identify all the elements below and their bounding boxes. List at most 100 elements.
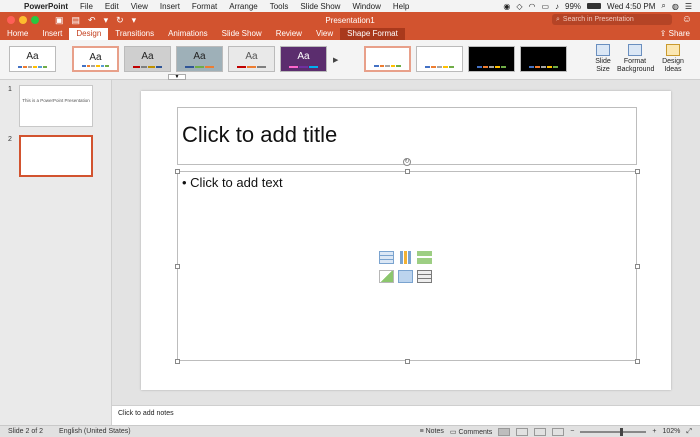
theme-thumbnail[interactable]: Aa: [72, 46, 119, 72]
resize-handle[interactable]: [405, 169, 410, 174]
resize-handle[interactable]: [405, 359, 410, 364]
menu-window[interactable]: Window: [346, 2, 386, 11]
zoom-slider-knob[interactable]: [619, 427, 623, 436]
resize-handle[interactable]: [635, 359, 640, 364]
customize-toolbar-icon[interactable]: ▾: [132, 15, 137, 26]
tab-home[interactable]: Home: [0, 28, 35, 40]
gallery-scroll-right-icon[interactable]: ▶: [333, 56, 338, 64]
clock[interactable]: Wed 4:50 PM: [607, 2, 655, 11]
menu-slide-show[interactable]: Slide Show: [294, 2, 346, 11]
menu-edit[interactable]: Edit: [99, 2, 125, 11]
tab-review[interactable]: Review: [269, 28, 309, 40]
tab-transitions[interactable]: Transitions: [108, 28, 161, 40]
theme-label: Aa: [26, 51, 39, 62]
insert-online-picture-icon[interactable]: [398, 270, 413, 283]
maximize-window-button[interactable]: [31, 16, 39, 24]
spotlight-icon[interactable]: ⌕: [661, 1, 665, 11]
save-icon[interactable]: ▤: [72, 15, 81, 26]
zoom-out-icon[interactable]: −: [570, 428, 574, 435]
comments-button-label: Comments: [458, 428, 493, 436]
resize-handle[interactable]: [175, 169, 180, 174]
format-background-button[interactable]: Format Background: [617, 44, 654, 74]
wifi-icon[interactable]: ◠: [528, 2, 535, 11]
tab-design[interactable]: Design: [69, 28, 109, 40]
rotate-handle-icon[interactable]: ↻: [403, 158, 411, 166]
zoom-level[interactable]: 102%: [662, 428, 680, 435]
theme-thumbnail[interactable]: Aa: [280, 46, 327, 72]
menu-insert[interactable]: Insert: [154, 2, 186, 11]
slideshow-view-button[interactable]: [552, 427, 565, 436]
variant-thumbnail[interactable]: [416, 46, 463, 72]
slide-sorter-view-button[interactable]: [516, 427, 529, 436]
ribbon-design: Aa Aa Aa Aa Aa Aa ▶ Slide Size Format Ba…: [0, 40, 700, 80]
tab-shape-format[interactable]: Shape Format: [340, 28, 405, 40]
undo-dropdown-icon[interactable]: ▾: [104, 15, 109, 26]
notes-pane[interactable]: Click to add notes: [112, 405, 700, 425]
resize-handle[interactable]: [635, 264, 640, 269]
close-window-button[interactable]: [7, 16, 15, 24]
menu-arrange[interactable]: Arrange: [223, 2, 263, 11]
theme-thumbnail[interactable]: Aa: [228, 46, 275, 72]
reading-view-button[interactable]: [534, 427, 547, 436]
minimize-window-button[interactable]: [19, 16, 27, 24]
menu-help[interactable]: Help: [387, 2, 415, 11]
theme-thumbnail[interactable]: Aa: [124, 46, 171, 72]
language-indicator[interactable]: English (United States): [51, 428, 139, 435]
battery-icon[interactable]: [587, 3, 602, 9]
content-placeholder[interactable]: • Click to add text: [177, 171, 637, 361]
theme-thumbnail[interactable]: Aa: [176, 46, 223, 72]
resize-handle[interactable]: [635, 169, 640, 174]
insert-chart-icon[interactable]: [398, 251, 413, 264]
title-placeholder[interactable]: Click to add title: [177, 107, 637, 165]
insert-smartart-icon[interactable]: [417, 251, 432, 264]
undo-icon[interactable]: ↶: [88, 15, 96, 26]
tab-view[interactable]: View: [309, 28, 340, 40]
dropbox-icon[interactable]: ◇: [516, 2, 522, 11]
share-icon: ⇪: [659, 29, 669, 38]
slide-canvas[interactable]: Click to add title ↻ • Click to add text: [141, 91, 671, 390]
share-button[interactable]: ⇪ Share: [660, 28, 700, 40]
slide-thumbnail-1[interactable]: This is a PowerPoint Presentation: [19, 85, 93, 127]
theme-label: Aa: [141, 51, 154, 62]
comments-button[interactable]: ▭ Comments: [450, 428, 492, 436]
theme-thumbnail[interactable]: Aa: [9, 46, 56, 72]
airplay-icon[interactable]: ▭: [541, 2, 549, 11]
creative-cloud-icon[interactable]: ◉: [503, 2, 510, 11]
notes-button[interactable]: ≡ Notes: [420, 428, 444, 435]
sidebar-toggle-icon[interactable]: ▣: [55, 15, 64, 26]
fit-to-window-icon[interactable]: ⤢: [686, 428, 692, 436]
volume-icon[interactable]: ♪: [555, 2, 559, 11]
siri-icon[interactable]: ◍: [672, 2, 679, 11]
slide-size-button[interactable]: Slide Size: [590, 44, 616, 74]
tab-insert[interactable]: Insert: [35, 28, 69, 40]
insert-picture-icon[interactable]: [379, 270, 394, 283]
zoom-in-icon[interactable]: +: [652, 428, 656, 435]
design-ideas-icon: [666, 44, 680, 56]
resize-handle[interactable]: [175, 359, 180, 364]
insert-table-icon[interactable]: [379, 251, 394, 264]
menu-tools[interactable]: Tools: [264, 2, 295, 11]
variant-thumbnail[interactable]: [364, 46, 411, 72]
zoom-slider[interactable]: [580, 427, 647, 436]
insert-video-icon[interactable]: [417, 270, 432, 283]
variant-thumbnail[interactable]: [468, 46, 515, 72]
search-input[interactable]: ⌕ Search in Presentation: [552, 14, 672, 25]
theme-label: Aa: [193, 51, 206, 62]
resize-handle[interactable]: [175, 264, 180, 269]
menu-powerpoint[interactable]: PowerPoint: [18, 2, 74, 11]
menu-file[interactable]: File: [74, 2, 99, 11]
normal-view-button[interactable]: [498, 427, 511, 436]
slide-number: 1: [8, 86, 12, 93]
variant-thumbnail[interactable]: [520, 46, 567, 72]
account-icon[interactable]: ☺: [682, 14, 692, 25]
slide-size-label: Slide Size: [595, 58, 611, 73]
menu-view[interactable]: View: [125, 2, 154, 11]
notification-center-icon[interactable]: ☰: [685, 2, 692, 11]
slide-thumbnail-text: This is a PowerPoint Presentation: [22, 98, 90, 103]
menu-format[interactable]: Format: [186, 2, 223, 11]
tab-slide-show[interactable]: Slide Show: [215, 28, 269, 40]
redo-icon[interactable]: ↻: [116, 15, 124, 26]
design-ideas-button[interactable]: Design Ideas: [659, 44, 687, 74]
tab-animations[interactable]: Animations: [161, 28, 215, 40]
slide-thumbnail-2[interactable]: [19, 135, 93, 177]
